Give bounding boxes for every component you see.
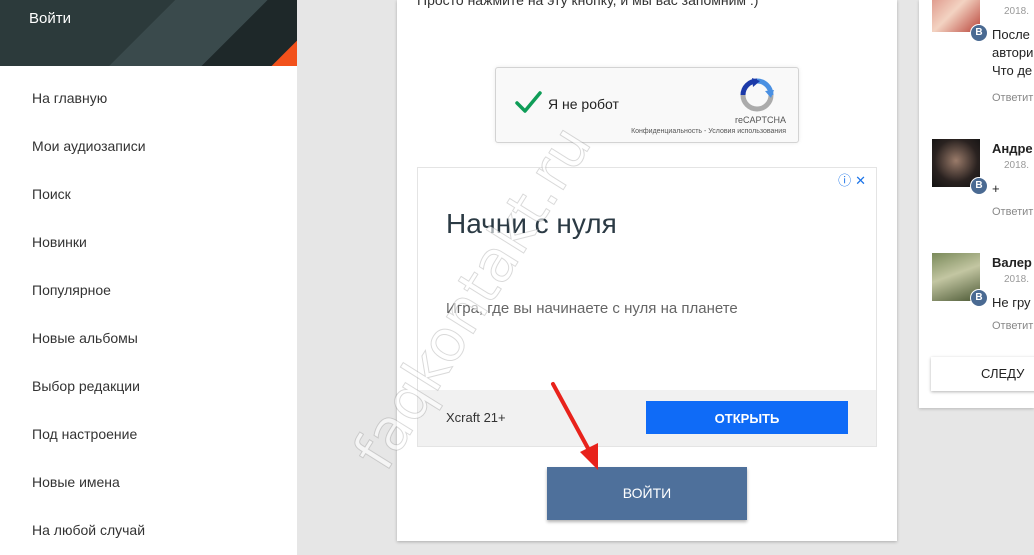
comment-text: Не гру bbox=[992, 295, 1031, 310]
comment-author[interactable]: Валер bbox=[992, 255, 1032, 270]
next-button[interactable]: СЛЕДУ bbox=[931, 357, 1034, 391]
vk-icon: В bbox=[970, 24, 988, 42]
comment-date: 2018. bbox=[1004, 6, 1030, 17]
reply-link[interactable]: Ответит bbox=[992, 92, 1033, 104]
reply-link[interactable]: Ответит bbox=[992, 320, 1033, 332]
comment-text: + bbox=[992, 181, 1000, 196]
comment-date: 2018. bbox=[1004, 274, 1030, 285]
vk-icon: В bbox=[970, 177, 988, 195]
red-arrow-icon bbox=[551, 382, 598, 470]
vk-icon: В bbox=[970, 289, 988, 307]
comment-date: 2018. bbox=[1004, 160, 1030, 171]
comment-text: После автори Что де bbox=[992, 27, 1034, 78]
comments-panel: В 2018. После автори Что де Ответит В Ан… bbox=[919, 0, 1034, 408]
comment-author[interactable]: Андре bbox=[992, 141, 1033, 156]
reply-link[interactable]: Ответит bbox=[992, 206, 1033, 218]
